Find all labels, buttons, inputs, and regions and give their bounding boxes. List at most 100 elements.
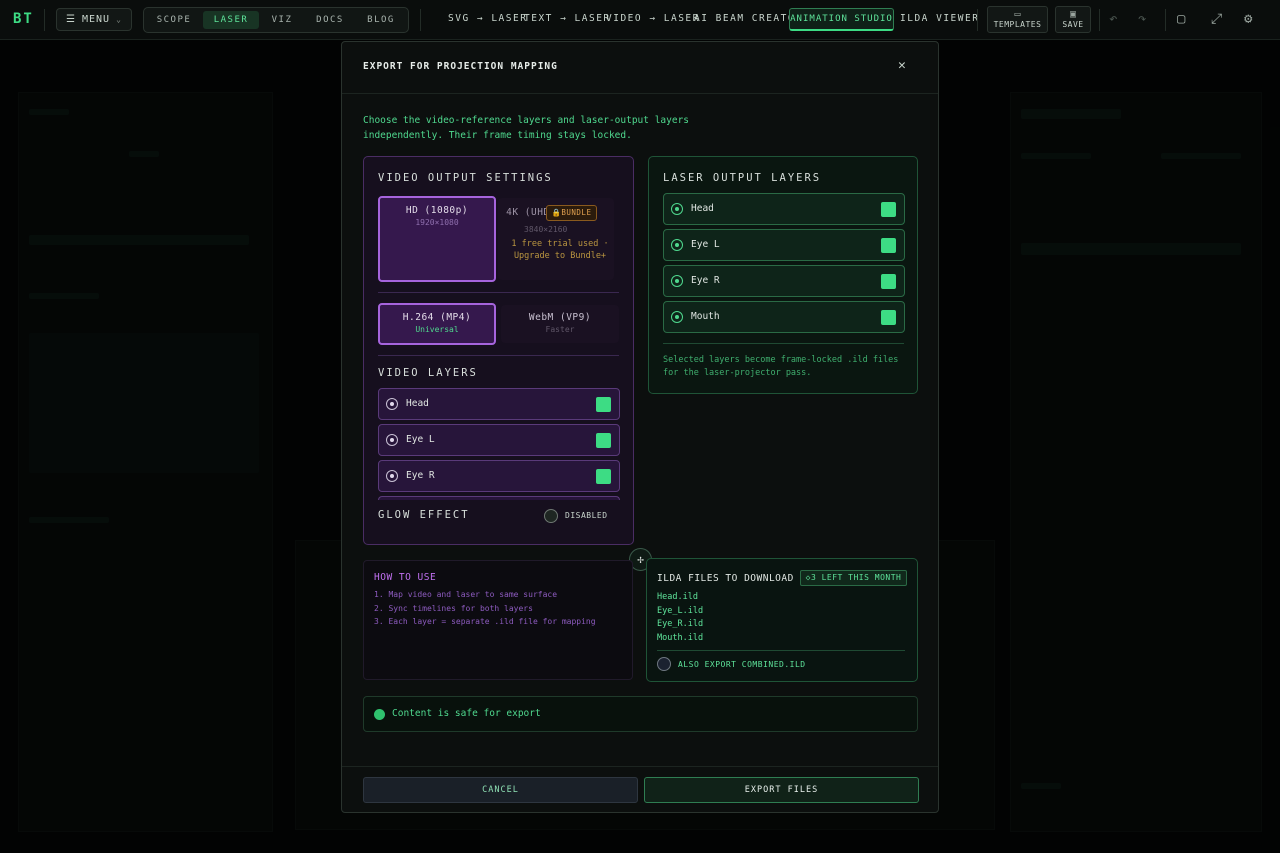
layer-checkbox[interactable] [881,310,896,325]
cancel-button[interactable]: CANCEL [363,777,638,803]
app-logo[interactable]: BT [13,11,34,27]
trial-note: 1 free trial used · Upgrade to Bundle+ [511,239,609,261]
redo-icon[interactable]: ↷ [1138,11,1146,27]
undo-icon[interactable]: ↶ [1109,11,1117,27]
section-tabs: SCOPE LASER VIZ DOCS BLOG [143,7,409,33]
video-layer-eye-l[interactable]: Eye L [378,424,620,456]
chat-icon[interactable]: ▢ [1177,11,1185,27]
tab-docs[interactable]: DOCS [308,11,352,29]
export-files-button[interactable]: EXPORT FILES [644,777,919,803]
nav-ilda-viewer[interactable]: ILDA VIEWER [900,13,979,24]
how-to-step: 3. Each layer = separate .ild file for m… [374,617,596,626]
video-settings-title: VIDEO OUTPUT SETTINGS [378,172,553,184]
tab-blog[interactable]: BLOG [358,11,404,29]
tab-viz[interactable]: VIZ [262,11,302,29]
laser-layer-eye-l[interactable]: Eye L [663,229,905,261]
layer-target-icon [386,434,398,446]
glow-effect-title: GLOW EFFECT [378,509,470,521]
glow-toggle[interactable] [544,509,558,523]
layer-checkbox[interactable] [881,238,896,253]
codec-sub: Universal [415,325,459,334]
resolution-name: HD (1080p) [405,205,469,216]
gear-icon[interactable]: ⚙ [1244,11,1252,27]
how-to-use-panel: HOW TO USE 1. Map video and laser to sam… [363,560,633,680]
codec-name: WebM (VP9) [528,312,592,323]
laser-layer-eye-r[interactable]: Eye R [663,265,905,297]
combined-export-label: ALSO EXPORT COMBINED.ILD [678,660,806,669]
layer-checkbox[interactable] [596,397,611,412]
divider [342,766,938,767]
nav-svg-to-laser[interactable]: SVG → LASER [448,13,527,24]
save-label: SAVE [1062,20,1084,29]
top-bar: BT ☰ MENU ⌄ SCOPE LASER VIZ DOCS BLOG SV… [0,0,1280,40]
divider [1099,9,1100,31]
codec-sub: Faster [545,325,575,334]
save-button[interactable]: ▣ SAVE [1055,6,1091,33]
menu-button[interactable]: ☰ MENU ⌄ [56,8,132,31]
nav-video-to-laser[interactable]: VIDEO → LASER [606,13,700,24]
hamburger-icon: ☰ [66,14,76,25]
resolution-hd-option[interactable]: HD (1080p) 1920×1080 [378,196,496,282]
file-item: Eye_L.ild [657,606,704,616]
layer-name: Eye L [691,239,720,250]
safety-text: Content is safe for export [392,708,541,719]
export-modal: EXPORT FOR PROJECTION MAPPING ✕ Choose t… [341,41,939,813]
layer-checkbox[interactable] [881,274,896,289]
combined-export-toggle[interactable] [657,657,671,671]
layer-name: Head [691,203,714,214]
ilda-files-panel: ILDA FILES TO DOWNLOAD ◇3 LEFT THIS MONT… [646,558,918,682]
divider [378,355,619,356]
laser-output-panel: LASER OUTPUT LAYERS Head Eye L Eye R Mou… [648,156,918,394]
status-dot-icon [374,709,385,720]
templates-label: TEMPLATES [993,20,1042,29]
layer-name: Head [406,398,429,409]
close-icon[interactable]: ✕ [898,58,906,73]
nav-animation-studio[interactable]: ANIMATION STUDIO [789,8,894,31]
nav-text-to-laser[interactable]: TEXT → LASER [524,13,611,24]
layer-target-icon [671,275,683,287]
video-layer-partial [378,496,620,500]
bundle-badge: 🔒BUNDLE [546,205,597,221]
layer-target-icon [386,398,398,410]
layer-name: Eye R [406,470,435,481]
tab-laser[interactable]: LASER [203,11,259,29]
layer-checkbox[interactable] [596,433,611,448]
file-item: Head.ild [657,592,698,602]
laser-layers-title: LASER OUTPUT LAYERS [663,172,822,184]
divider [1165,9,1166,31]
divider [420,9,421,31]
video-layers-title: VIDEO LAYERS [378,367,478,379]
how-to-title: HOW TO USE [374,572,437,583]
layer-checkbox[interactable] [596,469,611,484]
laser-layer-mouth[interactable]: Mouth [663,301,905,333]
divider [44,9,45,31]
templates-button[interactable]: ▭ TEMPLATES [987,6,1048,33]
file-item: Eye_R.ild [657,619,704,629]
codec-name: H.264 (MP4) [402,312,472,323]
how-to-step: 2. Sync timelines for both layers [374,604,533,613]
layer-target-icon [671,203,683,215]
video-layer-eye-r[interactable]: Eye R [378,460,620,492]
divider [663,343,904,344]
resolution-dims: 3840×2160 [524,225,568,234]
nav-ai-beam-creator[interactable]: AI BEAM CREATOR [694,13,802,24]
chevron-down-icon: ⌄ [116,15,122,24]
how-to-step: 1. Map video and laser to same surface [374,590,558,599]
codec-h264-option[interactable]: H.264 (MP4) Universal [378,303,496,345]
quota-badge: ◇3 LEFT THIS MONTH [800,570,907,586]
layer-name: Eye L [406,434,435,445]
safety-status: Content is safe for export [363,696,918,732]
modal-title: EXPORT FOR PROJECTION MAPPING [363,61,558,72]
codec-webm-option[interactable]: WebM (VP9) Faster [501,305,619,343]
layer-target-icon [671,239,683,251]
tab-scope[interactable]: SCOPE [150,11,198,29]
folder-icon: ▭ [1014,9,1021,20]
divider [378,292,619,293]
expand-icon[interactable]: ⤢ [1211,11,1222,27]
video-layer-head[interactable]: Head [378,388,620,420]
laser-layer-head[interactable]: Head [663,193,905,225]
modal-intro: Choose the video-reference layers and la… [363,115,690,141]
layer-checkbox[interactable] [881,202,896,217]
resolution-dims: 1920×1080 [415,218,459,227]
divider [657,650,905,651]
